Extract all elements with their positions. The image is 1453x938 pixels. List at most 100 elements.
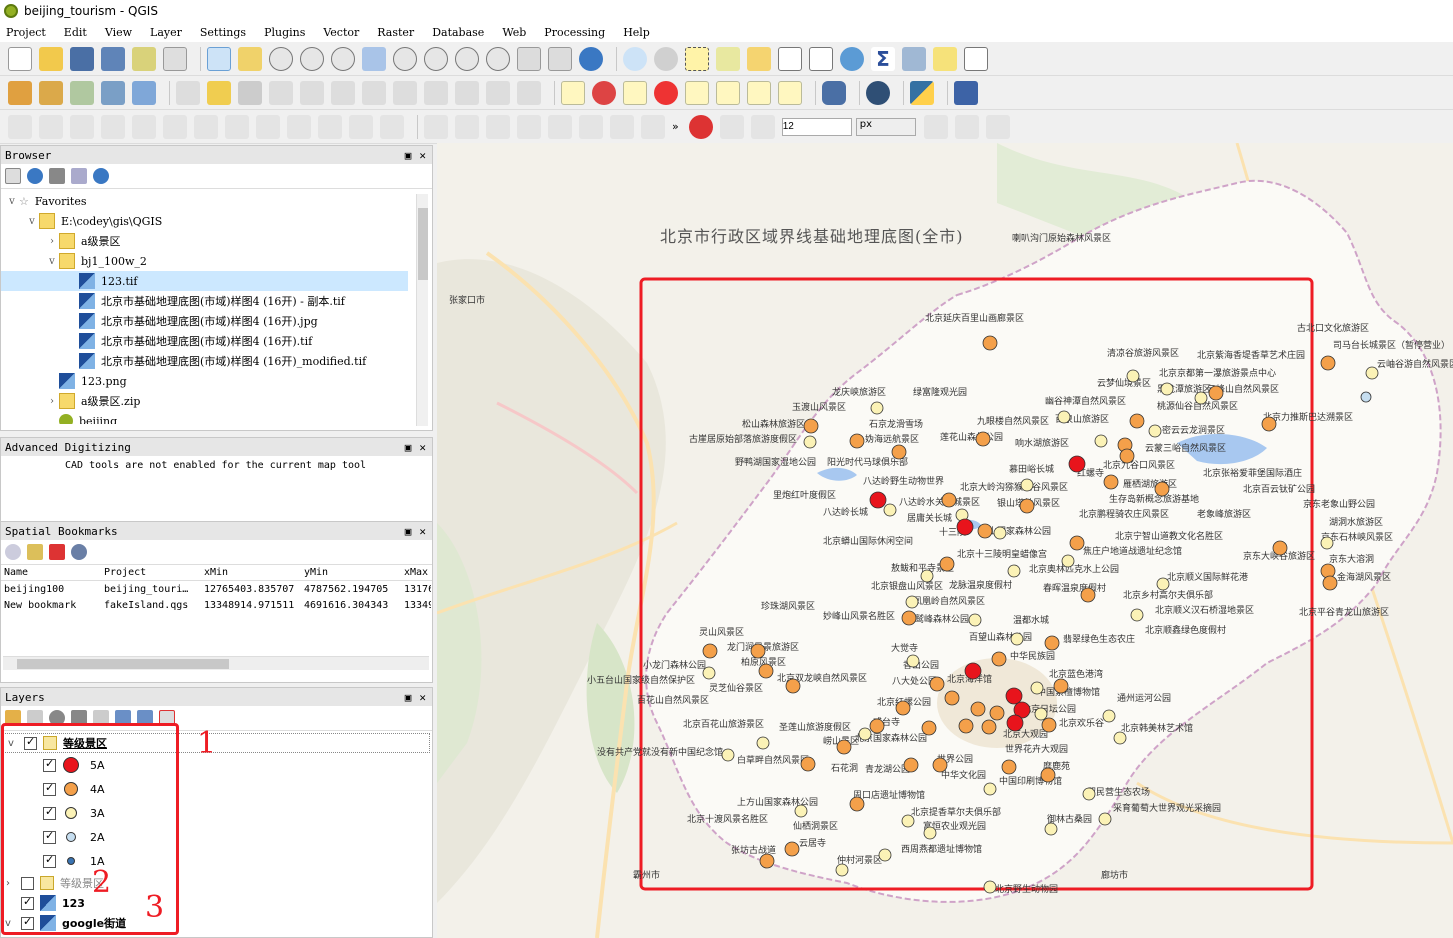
reshape-icon[interactable] bbox=[194, 114, 218, 139]
scenic-spot-point[interactable] bbox=[1020, 478, 1034, 492]
browser-item[interactable]: › a级景区.zip bbox=[1, 391, 432, 411]
lower-icon[interactable] bbox=[579, 114, 603, 139]
map-tips-icon[interactable] bbox=[654, 46, 678, 71]
zoom-selection-icon[interactable] bbox=[393, 46, 417, 71]
scenic-spot-point[interactable] bbox=[1119, 448, 1135, 464]
scenic-spot-point[interactable] bbox=[1094, 434, 1108, 448]
menu-view[interactable]: View bbox=[105, 26, 132, 39]
add-selected-icon[interactable] bbox=[5, 168, 21, 184]
delete-selected-icon[interactable] bbox=[362, 80, 386, 105]
menu-database[interactable]: Database bbox=[432, 26, 484, 39]
menu-layer[interactable]: Layer bbox=[150, 26, 182, 39]
new-project-icon[interactable] bbox=[8, 46, 32, 71]
scenic-spot-point[interactable] bbox=[1044, 635, 1060, 651]
select-by-value-icon[interactable] bbox=[716, 46, 740, 71]
temporal-controller-icon[interactable] bbox=[548, 46, 572, 71]
add-part-icon[interactable] bbox=[70, 114, 94, 139]
scenic-spot-point[interactable] bbox=[1041, 717, 1057, 733]
data-source-manager-icon[interactable] bbox=[8, 80, 32, 105]
scenic-spot-point[interactable] bbox=[1154, 481, 1170, 497]
menu-raster[interactable]: Raster bbox=[377, 26, 414, 39]
layout-manager-icon[interactable] bbox=[163, 46, 187, 71]
scenic-spot-point[interactable] bbox=[932, 757, 948, 773]
scenic-spot-point[interactable] bbox=[1360, 391, 1372, 403]
scenic-spot-point[interactable] bbox=[983, 880, 997, 894]
browser-item[interactable]: 北京市基础地理底图(市域)样图4 (16开).tif bbox=[1, 331, 432, 351]
scenic-spot-point[interactable] bbox=[1098, 812, 1112, 826]
scenic-spot-point[interactable] bbox=[958, 718, 974, 734]
scenic-spot-point[interactable] bbox=[993, 526, 1007, 540]
scenic-spot-point[interactable] bbox=[921, 720, 937, 736]
undo-icon[interactable] bbox=[486, 80, 510, 105]
scenic-spot-point[interactable] bbox=[1068, 455, 1086, 473]
rotate-label-icon[interactable] bbox=[747, 80, 771, 105]
add-ring-icon[interactable] bbox=[39, 114, 63, 139]
stroke-width-input[interactable] bbox=[781, 117, 852, 136]
scenic-spot-point[interactable] bbox=[1040, 767, 1056, 783]
map-canvas[interactable]: 张家口市 北京延庆百里山画廊景区 清凉谷旅游风景区 北京紫海香堤香草艺术庄园 北京京都第… bbox=[437, 143, 1453, 938]
scenic-spot-point[interactable] bbox=[1148, 424, 1162, 438]
new-spatialite-icon[interactable] bbox=[101, 80, 125, 105]
new-print-layout-icon[interactable] bbox=[132, 46, 156, 71]
diagram-tool-icon[interactable] bbox=[592, 80, 616, 105]
redo-icon[interactable] bbox=[517, 80, 541, 105]
menu-settings[interactable]: Settings bbox=[200, 26, 246, 39]
scenic-spot-point[interactable] bbox=[1156, 577, 1170, 591]
cut-features-icon[interactable] bbox=[393, 80, 417, 105]
split-features-icon[interactable] bbox=[256, 114, 280, 139]
scenic-spot-point[interactable] bbox=[903, 757, 919, 773]
bookmarks-column-header[interactable]: Name bbox=[1, 567, 101, 578]
scenic-spot-point[interactable] bbox=[964, 662, 982, 680]
highlight-pinned-icon[interactable] bbox=[654, 80, 678, 105]
scenic-spot-point[interactable] bbox=[941, 492, 957, 508]
scenic-spot-point[interactable] bbox=[901, 610, 917, 626]
vertex-select-icon[interactable] bbox=[985, 114, 1010, 139]
align-center-icon[interactable] bbox=[455, 114, 479, 139]
digitize-shape-icon[interactable] bbox=[8, 114, 32, 139]
scenic-spot-point[interactable] bbox=[891, 444, 907, 460]
processing-toolbox-icon[interactable] bbox=[840, 46, 864, 71]
align-left-icon[interactable] bbox=[424, 114, 448, 139]
bookmarks-column-header[interactable]: xMin bbox=[201, 567, 301, 578]
scenic-spot-point[interactable] bbox=[784, 841, 800, 857]
scenic-spot-point[interactable] bbox=[1102, 709, 1116, 723]
scenic-spot-point[interactable] bbox=[836, 739, 852, 755]
share-bookmark-icon[interactable] bbox=[71, 544, 87, 560]
browser-item[interactable]: 北京市基础地理底图(市域)样图4 (16开) - 副本.tif bbox=[1, 291, 432, 311]
group-icon[interactable] bbox=[610, 114, 634, 139]
scenic-spot-point[interactable] bbox=[939, 556, 955, 572]
save-as-icon[interactable] bbox=[101, 46, 125, 71]
scenic-spot-point[interactable] bbox=[905, 595, 919, 609]
ungroup-icon[interactable] bbox=[641, 114, 665, 139]
scenic-spot-point[interactable] bbox=[1082, 787, 1096, 801]
scenic-spot-point[interactable] bbox=[1069, 535, 1085, 551]
show-hide-labels-icon[interactable] bbox=[685, 80, 709, 105]
menu-processing[interactable]: Processing bbox=[544, 26, 605, 39]
scenic-spot-point[interactable] bbox=[1044, 822, 1058, 836]
unit-select[interactable]: px bbox=[855, 117, 916, 136]
browser-item[interactable]: beijing bbox=[1, 411, 432, 424]
scenic-spot-point[interactable] bbox=[803, 435, 817, 449]
chevron-right-icon[interactable]: › bbox=[45, 236, 59, 247]
field-calculator-icon[interactable] bbox=[809, 46, 833, 71]
new-geopackage-icon[interactable] bbox=[39, 80, 63, 105]
scenic-spot-point[interactable] bbox=[1007, 564, 1021, 578]
scenic-spot-point[interactable] bbox=[1208, 385, 1224, 401]
current-edits-icon[interactable] bbox=[176, 80, 200, 105]
scenic-spot-point[interactable] bbox=[989, 705, 1005, 721]
delete-ring-icon[interactable] bbox=[132, 114, 156, 139]
scenic-spot-point[interactable] bbox=[849, 796, 865, 812]
scenic-spot-point[interactable] bbox=[1030, 681, 1044, 695]
chevron-right-icon[interactable]: › bbox=[45, 396, 59, 407]
bookmarks-column-header[interactable]: Project bbox=[101, 567, 201, 578]
scenic-spot-point[interactable] bbox=[1322, 575, 1338, 591]
scenic-spot-point[interactable] bbox=[869, 718, 885, 734]
browser-item[interactable]: 123.png bbox=[1, 371, 432, 391]
close-icon[interactable]: ✕ bbox=[419, 441, 426, 454]
zoom-full-icon[interactable] bbox=[362, 46, 386, 71]
scenic-spot-point[interactable] bbox=[794, 804, 808, 818]
browser-item[interactable]: 北京市基础地理底图(市域)样图4 (16开)_modified.tif bbox=[1, 351, 432, 371]
globe-plugin-icon[interactable] bbox=[866, 80, 890, 105]
scenic-spot-point[interactable] bbox=[721, 748, 735, 762]
close-icon[interactable]: ✕ bbox=[419, 691, 426, 704]
